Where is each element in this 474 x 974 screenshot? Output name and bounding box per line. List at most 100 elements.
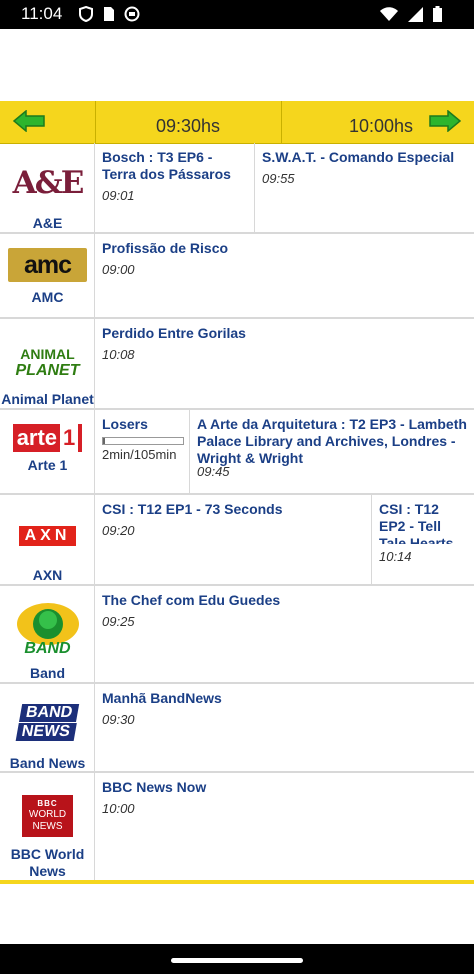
band-logo-text: BAND (24, 640, 71, 657)
channel-name: A&E (32, 215, 63, 231)
channel-name: Arte 1 (27, 457, 68, 473)
app-notification-icon (124, 6, 140, 22)
axn-logo-text: AXN (18, 526, 77, 546)
channel-band-news[interactable]: BAND NEWS Band News (0, 684, 95, 771)
channel-name: BBC World News (10, 846, 85, 879)
band-news-logo: BAND NEWS (4, 702, 90, 742)
program-start-time: 09:45 (197, 464, 230, 479)
status-icons-left (78, 6, 140, 22)
timeline-header: 09:30hs 10:00hs (0, 101, 474, 144)
system-navigation-bar (0, 944, 474, 974)
channel-amc[interactable]: amc AMC (0, 234, 95, 317)
shield-icon (79, 6, 93, 22)
program-cell[interactable]: A Arte da Arquitetura : T2 EP3 - Lambeth… (190, 410, 474, 493)
program-cell[interactable]: Profissão de Risco 09:00 (95, 234, 474, 317)
amc-logo-text: amc (23, 250, 72, 279)
bbc-logo-text-3: NEWS (32, 821, 63, 832)
channel-axn[interactable]: AXN AXN (0, 495, 95, 584)
grid-bottom-border (0, 880, 474, 884)
program-title: Perdido Entre Gorilas (102, 325, 246, 341)
arte1-logo-number: 1 (60, 424, 79, 452)
bbc-logo-text-1: BBC (37, 799, 58, 808)
ae-logo: A&E (8, 163, 87, 203)
channel-arte1[interactable]: arte 1 Arte 1 (0, 410, 95, 493)
status-bar: 11:04 (0, 0, 474, 29)
signal-icon (408, 6, 423, 22)
program-title: CSI : T12 EP2 - Tell Tale Hearts (379, 501, 454, 544)
program-start-time: 09:25 (102, 614, 135, 629)
channel-row: BAND Band The Chef com Edu Guedes 09:25 (0, 586, 474, 684)
channel-animal-planet[interactable]: ANIMAL PLANET Animal Planet (0, 319, 95, 408)
program-progress-bar (102, 437, 184, 445)
program-cell[interactable]: The Chef com Edu Guedes 09:25 (95, 586, 474, 682)
program-title: Losers (102, 416, 148, 432)
status-icons-right (380, 6, 442, 22)
program-title: BBC News Now (102, 779, 207, 795)
arrow-left-icon (13, 110, 45, 132)
program-title: Profissão de Risco (102, 240, 229, 256)
program-cell[interactable]: CSI : T12 EP2 - Tell Tale Hearts 10:14 (372, 495, 474, 584)
wifi-icon (380, 6, 398, 21)
animal-planet-logo-text-2: PLANET (15, 362, 80, 379)
program-title: CSI : T12 EP1 - 73 Seconds (102, 501, 283, 517)
channel-row: ANIMAL PLANET Animal Planet Perdido Entr… (0, 319, 474, 410)
program-progress-text: 2min/105min (102, 447, 177, 462)
program-start-time: 09:55 (262, 171, 295, 186)
program-progress-fill (103, 438, 105, 444)
program-cell[interactable]: BBC News Now 10:00 (95, 773, 474, 880)
channel-row: BAND NEWS Band News Manhã BandNews 09:30 (0, 684, 474, 773)
channel-ae[interactable]: A&E A&E (0, 143, 95, 232)
channel-name: Animal Planet (1, 391, 94, 407)
axn-logo: AXN (8, 523, 87, 549)
channel-row: A&E A&E Bosch : T3 EP6 - Terra dos Pássa… (0, 143, 474, 234)
bbc-world-news-logo: BBC WORLD NEWS (22, 795, 73, 837)
next-time-button[interactable] (424, 101, 474, 143)
program-start-time: 09:20 (102, 523, 135, 538)
program-title: A Arte da Arquitetura : T2 EP3 - Lambeth… (197, 416, 467, 466)
program-start-time: 09:00 (102, 262, 135, 277)
amc-logo: amc (8, 248, 87, 282)
program-cell[interactable]: Perdido Entre Gorilas 10:08 (95, 319, 474, 408)
channel-row: BBC WORLD NEWS BBC World News BBC News N… (0, 773, 474, 880)
bbc-logo-text-2: WORLD (28, 809, 67, 820)
channel-row: arte 1 Arte 1 Losers 2min/105min A Arte … (0, 410, 474, 495)
animal-planet-logo: ANIMAL PLANET (8, 341, 87, 385)
animal-planet-logo-text-1: ANIMAL (20, 346, 75, 362)
channel-name: Band News (9, 755, 86, 771)
channel-bbc-world-news[interactable]: BBC WORLD NEWS BBC World News (0, 773, 95, 880)
program-cell[interactable]: S.W.A.T. - Comando Especial 09:55 (255, 143, 474, 232)
program-title: Bosch : T3 EP6 - Terra dos Pássaros (102, 149, 231, 182)
program-start-time: 09:01 (102, 188, 135, 203)
ae-logo-text: A&E (12, 165, 85, 201)
band-logo: BAND (8, 602, 87, 658)
sim-card-icon (104, 7, 114, 21)
band-news-logo-text-2: NEWS (15, 722, 77, 741)
channel-name: AXN (32, 567, 63, 583)
channel-row: amc AMC Profissão de Risco 09:00 (0, 234, 474, 319)
previous-time-button[interactable] (0, 101, 96, 143)
arte1-logo-badge: arte 1 (12, 424, 83, 452)
channel-row: AXN AXN CSI : T12 EP1 - 73 Seconds 09:20… (0, 495, 474, 586)
battery-icon (433, 6, 442, 22)
arrow-right-icon (429, 110, 461, 132)
program-start-time: 10:08 (102, 347, 135, 362)
program-title: S.W.A.T. - Comando Especial (262, 149, 455, 165)
program-cell[interactable]: Manhã BandNews 09:30 (95, 684, 474, 771)
channel-band[interactable]: BAND Band (0, 586, 95, 682)
program-start-time: 10:14 (379, 549, 412, 564)
program-start-time: 10:00 (102, 801, 135, 816)
status-time: 11:04 (21, 4, 63, 23)
arte1-logo: arte 1 (8, 424, 87, 452)
time-slot-1: 09:30hs (95, 101, 282, 143)
program-start-time: 09:30 (102, 712, 135, 727)
program-cell[interactable]: Losers 2min/105min (95, 410, 190, 493)
arte1-logo-text: arte (16, 425, 58, 450)
home-gesture-handle[interactable] (171, 958, 303, 963)
channel-name: AMC (31, 289, 64, 305)
program-cell[interactable]: CSI : T12 EP1 - 73 Seconds 09:20 (95, 495, 372, 584)
program-title: Manhã BandNews (102, 690, 222, 706)
program-cell[interactable]: Bosch : T3 EP6 - Terra dos Pássaros 09:0… (95, 143, 255, 232)
band-news-logo-text-1: BAND (19, 703, 79, 722)
program-title: The Chef com Edu Guedes (102, 592, 281, 608)
channel-name: Band (30, 665, 65, 681)
